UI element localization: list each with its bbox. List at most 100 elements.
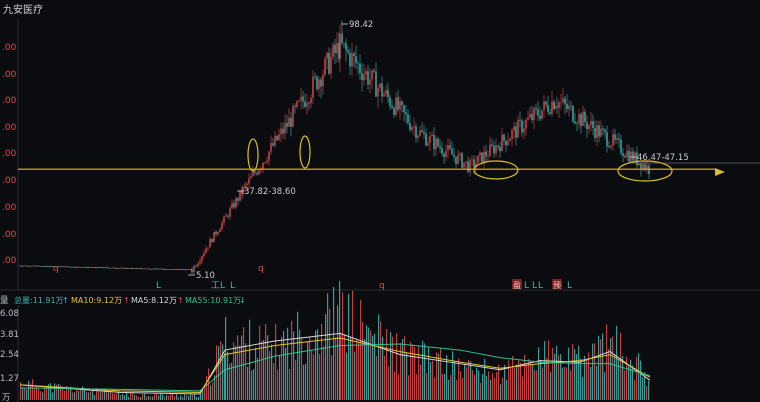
volume-bar	[44, 387, 46, 400]
candle-body	[554, 106, 556, 109]
volume-bar	[132, 392, 134, 400]
volume-bar	[364, 339, 366, 400]
volume-bar	[556, 345, 558, 400]
candle-body	[373, 70, 375, 72]
candle-body	[310, 97, 312, 104]
volume-bar	[261, 341, 263, 400]
volume-bar	[337, 305, 339, 400]
volume-bar	[72, 392, 74, 400]
volume-bar	[424, 343, 426, 400]
candle-body	[93, 267, 96, 268]
highlight-ellipse	[473, 160, 519, 180]
candle-body	[168, 269, 170, 271]
volume-bar	[309, 337, 311, 400]
candle-body	[248, 178, 250, 184]
volume-bar	[301, 337, 303, 400]
candle-body	[377, 88, 379, 97]
volume-bar	[622, 356, 624, 400]
candle-body	[431, 134, 433, 136]
candle-body	[455, 156, 457, 164]
candle-body	[75, 266, 78, 268]
candle-body	[576, 123, 578, 124]
candle-body	[172, 269, 175, 270]
candle-body	[580, 114, 582, 126]
candle-body	[211, 239, 213, 243]
candle-body	[304, 101, 306, 107]
candle-body	[197, 263, 199, 267]
candle-body	[100, 267, 103, 268]
candle-body	[76, 266, 79, 268]
volume-bar	[28, 380, 30, 400]
volume-bar	[102, 391, 104, 400]
candle-body	[217, 232, 219, 235]
volume-bar	[478, 370, 480, 400]
volume-bar	[342, 292, 344, 400]
candle-body	[441, 147, 443, 154]
candle-body	[182, 269, 184, 270]
volume-bar	[448, 379, 450, 400]
candle-body	[73, 266, 75, 268]
volume-bar	[80, 388, 82, 400]
candle-body	[145, 268, 147, 270]
candle-body	[152, 268, 154, 270]
candle-body	[336, 42, 338, 53]
volume-bar	[406, 352, 408, 400]
volume-bar	[350, 336, 352, 400]
candle-body	[324, 58, 326, 75]
volume-bar	[122, 394, 124, 400]
volume-bar	[285, 347, 287, 400]
volume-bar	[168, 395, 170, 400]
volume-bar	[178, 397, 180, 400]
volume-bar	[239, 345, 241, 400]
candle-body	[379, 83, 381, 89]
volume-bar	[144, 393, 146, 400]
low-label: 5.10	[196, 271, 215, 281]
candle-body	[231, 203, 233, 209]
candle-body	[312, 76, 314, 98]
candle-body	[39, 266, 42, 267]
volume-bar	[158, 395, 160, 400]
candle-body	[63, 266, 66, 268]
candle-body	[290, 117, 292, 127]
marker: 工L	[211, 281, 225, 291]
volume-bar	[275, 323, 277, 400]
volume-bar	[327, 293, 329, 400]
candle-body	[91, 267, 93, 268]
volume-bar	[58, 383, 60, 400]
candle-body	[413, 126, 415, 128]
volume-bar	[552, 347, 554, 400]
volume-bar	[474, 374, 476, 400]
volume-bar	[329, 308, 331, 400]
volume-bar	[550, 371, 552, 400]
candle-body	[170, 269, 172, 270]
volume-bar	[325, 314, 327, 400]
candle-body	[545, 101, 547, 105]
candle-body	[280, 128, 282, 135]
candle-body	[24, 265, 26, 267]
price-tick-label: .00	[2, 149, 17, 159]
volume-bar	[532, 365, 534, 400]
candle-body	[332, 44, 334, 58]
volume-bar	[273, 363, 275, 400]
volume-bar	[160, 393, 162, 400]
candle-body	[186, 269, 188, 271]
candle-body	[235, 198, 237, 208]
volume-bar	[580, 358, 582, 400]
volume-bar	[74, 392, 76, 400]
candle-body	[48, 266, 50, 268]
candle-body	[133, 268, 135, 269]
candle-body	[64, 266, 67, 268]
candle-body	[527, 117, 529, 121]
volume-bar	[594, 343, 596, 400]
candle-body	[566, 103, 568, 110]
volume-bar	[360, 299, 362, 400]
candle-body	[193, 265, 195, 273]
volume-y-ticks: 6.08 3.81 2.54 1.27 万	[0, 309, 19, 402]
candle-body	[501, 134, 503, 152]
volume-bar	[118, 391, 120, 400]
volume-bar	[90, 391, 92, 400]
candle-body	[26, 265, 28, 267]
volume-bar	[484, 358, 486, 400]
candle-body	[375, 71, 377, 97]
candle-body	[326, 52, 328, 59]
